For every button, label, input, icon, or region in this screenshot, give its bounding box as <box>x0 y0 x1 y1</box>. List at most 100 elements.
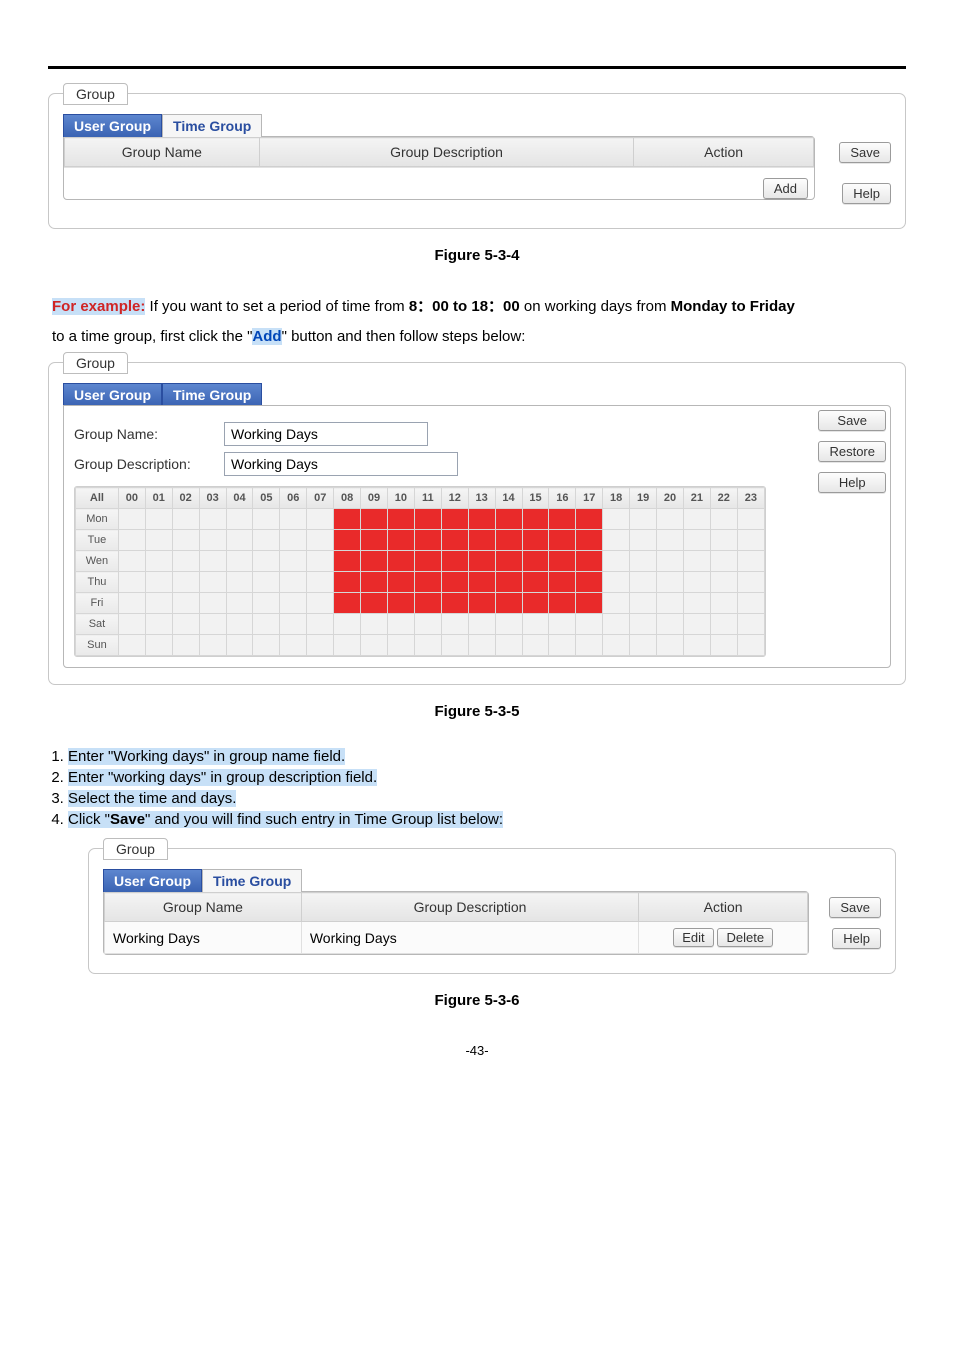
time-cell[interactable] <box>280 509 307 530</box>
time-cell[interactable] <box>226 635 253 656</box>
time-cell[interactable] <box>737 635 764 656</box>
tab-user-group-2[interactable]: User Group <box>63 383 162 406</box>
time-cell[interactable] <box>441 593 468 614</box>
time-cell[interactable] <box>361 509 388 530</box>
time-cell[interactable] <box>387 635 414 656</box>
time-cell[interactable] <box>683 509 710 530</box>
time-cell[interactable] <box>468 509 495 530</box>
time-cell[interactable] <box>145 614 172 635</box>
time-cell[interactable] <box>522 614 549 635</box>
time-cell[interactable] <box>522 593 549 614</box>
help-button-3[interactable]: Help <box>832 928 881 949</box>
time-cell[interactable] <box>495 530 522 551</box>
time-cell[interactable] <box>495 551 522 572</box>
time-cell[interactable] <box>118 572 145 593</box>
help-button[interactable]: Help <box>842 183 891 204</box>
time-cell[interactable] <box>630 635 657 656</box>
time-cell[interactable] <box>441 530 468 551</box>
time-cell[interactable] <box>468 614 495 635</box>
time-cell[interactable] <box>387 593 414 614</box>
time-cell[interactable] <box>387 572 414 593</box>
time-cell[interactable] <box>145 572 172 593</box>
time-cell[interactable] <box>603 614 630 635</box>
time-cell[interactable] <box>118 530 145 551</box>
time-cell[interactable] <box>226 593 253 614</box>
time-cell[interactable] <box>710 530 737 551</box>
delete-button[interactable]: Delete <box>717 928 773 947</box>
time-cell[interactable] <box>307 551 334 572</box>
time-cell[interactable] <box>253 530 280 551</box>
time-cell[interactable] <box>576 509 603 530</box>
save-button-2[interactable]: Save <box>818 410 886 431</box>
save-button[interactable]: Save <box>839 142 891 163</box>
time-cell[interactable] <box>576 635 603 656</box>
time-cell[interactable] <box>657 509 684 530</box>
time-cell[interactable] <box>468 635 495 656</box>
time-cell[interactable] <box>226 530 253 551</box>
time-cell[interactable] <box>603 635 630 656</box>
time-cell[interactable] <box>683 551 710 572</box>
time-cell[interactable] <box>630 614 657 635</box>
time-cell[interactable] <box>441 572 468 593</box>
time-cell[interactable] <box>145 509 172 530</box>
time-cell[interactable] <box>737 572 764 593</box>
time-cell[interactable] <box>549 530 576 551</box>
time-cell[interactable] <box>710 551 737 572</box>
time-cell[interactable] <box>414 593 441 614</box>
tab-user-group[interactable]: User Group <box>63 114 162 137</box>
time-cell[interactable] <box>522 509 549 530</box>
group-name-input[interactable] <box>224 422 428 446</box>
time-cell[interactable] <box>549 635 576 656</box>
edit-button[interactable]: Edit <box>673 928 713 947</box>
time-cell[interactable] <box>361 530 388 551</box>
time-cell[interactable] <box>414 551 441 572</box>
time-cell[interactable] <box>361 593 388 614</box>
time-cell[interactable] <box>603 509 630 530</box>
time-cell[interactable] <box>683 614 710 635</box>
time-cell[interactable] <box>307 530 334 551</box>
time-cell[interactable] <box>118 614 145 635</box>
time-cell[interactable] <box>280 530 307 551</box>
time-cell[interactable] <box>172 614 199 635</box>
time-cell[interactable] <box>630 530 657 551</box>
time-cell[interactable] <box>307 614 334 635</box>
time-cell[interactable] <box>307 635 334 656</box>
time-cell[interactable] <box>118 635 145 656</box>
time-cell[interactable] <box>172 509 199 530</box>
time-cell[interactable] <box>334 551 361 572</box>
time-cell[interactable] <box>549 509 576 530</box>
time-cell[interactable] <box>495 614 522 635</box>
time-cell[interactable] <box>683 530 710 551</box>
time-cell[interactable] <box>495 572 522 593</box>
time-cell[interactable] <box>387 530 414 551</box>
time-cell[interactable] <box>549 593 576 614</box>
time-cell[interactable] <box>495 509 522 530</box>
time-cell[interactable] <box>576 614 603 635</box>
time-cell[interactable] <box>522 551 549 572</box>
time-cell[interactable] <box>334 530 361 551</box>
time-cell[interactable] <box>334 509 361 530</box>
time-cell[interactable] <box>199 551 226 572</box>
time-cell[interactable] <box>307 509 334 530</box>
time-cell[interactable] <box>361 551 388 572</box>
time-cell[interactable] <box>199 635 226 656</box>
time-cell[interactable] <box>280 593 307 614</box>
time-cell[interactable] <box>603 551 630 572</box>
time-cell[interactable] <box>603 593 630 614</box>
time-cell[interactable] <box>172 572 199 593</box>
time-cell[interactable] <box>737 530 764 551</box>
time-cell[interactable] <box>576 572 603 593</box>
time-cell[interactable] <box>683 593 710 614</box>
time-cell[interactable] <box>253 614 280 635</box>
time-cell[interactable] <box>118 509 145 530</box>
time-cell[interactable] <box>387 509 414 530</box>
tab-user-group-3[interactable]: User Group <box>103 869 202 892</box>
time-cell[interactable] <box>334 614 361 635</box>
time-cell[interactable] <box>280 572 307 593</box>
time-cell[interactable] <box>307 572 334 593</box>
time-cell[interactable] <box>657 614 684 635</box>
time-cell[interactable] <box>361 572 388 593</box>
time-cell[interactable] <box>280 551 307 572</box>
tab-time-group-3[interactable]: Time Group <box>202 869 302 892</box>
time-cell[interactable] <box>710 635 737 656</box>
